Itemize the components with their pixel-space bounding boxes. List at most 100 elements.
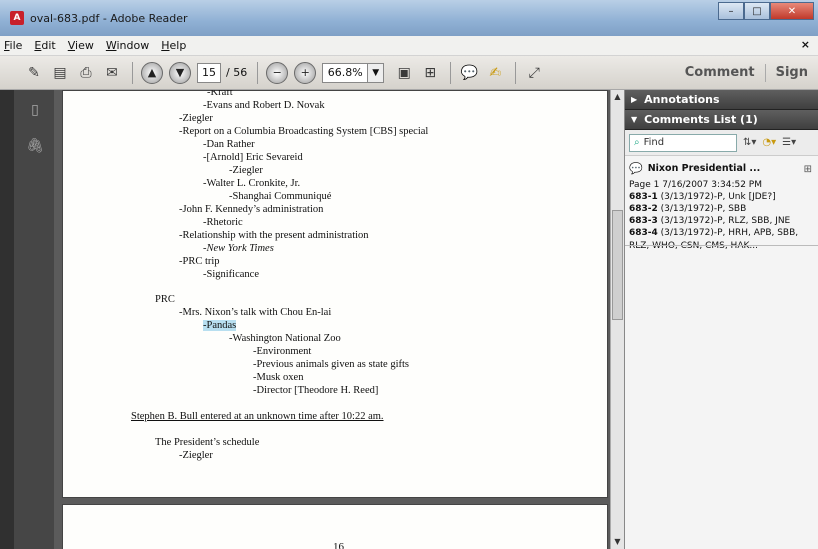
doc-line: -Dan Rather: [203, 139, 255, 150]
doc-line: PRC: [155, 294, 175, 305]
comment-entry: 683-1 (3/13/1972)-P, Unk [JDE?]: [629, 191, 776, 202]
search-icon: ⌕: [634, 137, 640, 148]
doc-line: -Ziegler: [229, 165, 263, 176]
pdf-page: -Kraft -Evans and Robert D. Novak -Ziegl…: [62, 90, 608, 498]
doc-line: -Mrs. Nixon’s talk with Chou En-lai: [179, 307, 332, 318]
doc-line: -New York Times: [203, 243, 274, 254]
title-bar: A oval-683.pdf - Adobe Reader – □ ✕: [0, 0, 818, 36]
print-icon[interactable]: ⎙: [76, 63, 96, 83]
page-number-input[interactable]: 15: [197, 62, 221, 83]
expand-comment-icon[interactable]: ⊞: [804, 163, 812, 177]
zoom-in-icon[interactable]: +: [294, 61, 317, 84]
doc-line: -Previous animals given as state gifts: [253, 359, 410, 370]
doc-line: -[Arnold] Eric Sevareid: [203, 152, 303, 163]
toolbar-divider: [515, 61, 517, 84]
scroll-thumb[interactable]: [612, 210, 623, 320]
panel-divider: [625, 245, 818, 246]
zoom-out-icon[interactable]: −: [266, 61, 289, 84]
menu-view[interactable]: View: [68, 39, 94, 52]
close-button[interactable]: ✕: [770, 2, 814, 20]
annotations-header[interactable]: ▶ Annotations: [625, 90, 818, 110]
zoom-dropdown-icon[interactable]: ▼: [368, 62, 385, 83]
doc-line: -John F. Kennedy’s administration: [179, 204, 324, 215]
comment-entry: 683-2 (3/13/1972)-P, SBB: [629, 204, 747, 215]
highlighted-text[interactable]: -Pandas: [203, 320, 237, 331]
menu-edit[interactable]: Edit: [34, 39, 55, 52]
doc-line: -Ziegler: [179, 450, 213, 461]
close-document-button[interactable]: ×: [801, 38, 810, 51]
email-icon[interactable]: ✉: [102, 63, 122, 83]
comment-tab[interactable]: Comment: [675, 65, 765, 80]
create-pdf-icon[interactable]: ✎: [24, 63, 44, 83]
doc-line: -PRC trip: [179, 256, 220, 267]
doc-line: -Kraft: [207, 90, 233, 98]
find-placeholder: Find: [643, 137, 665, 148]
menu-window[interactable]: Window: [106, 39, 149, 52]
menu-help[interactable]: Help: [161, 39, 186, 52]
highlight-icon[interactable]: ✍: [485, 63, 505, 83]
page-number-label: 16: [333, 541, 344, 549]
page-total: / 56: [226, 66, 248, 79]
comments-list-label: Comments List (1): [644, 113, 758, 126]
comment-author-row: 💬 Nixon Presidential ... ⊞: [629, 162, 814, 177]
collapse-arrow-icon: ▼: [631, 115, 638, 124]
window-title: oval-683.pdf - Adobe Reader: [30, 11, 188, 25]
next-page-icon[interactable]: ▼: [169, 61, 191, 84]
toolbar-divider: [257, 61, 259, 84]
comment-entry: 683-4 (3/13/1972)-P, HRH, APB, SBB, RLZ,…: [629, 228, 799, 250]
doc-line: -Significance: [203, 269, 259, 280]
doc-line: -Director [Theodore H. Reed]: [253, 385, 379, 396]
menu-bar: File Edit View Window Help ×: [0, 36, 818, 56]
comments-list-header[interactable]: ▼ Comments List (1): [625, 110, 818, 130]
full-screen-icon[interactable]: ⤢: [524, 63, 544, 83]
maximize-button[interactable]: □: [744, 2, 770, 20]
doc-line: -Washington National Zoo: [229, 333, 341, 344]
options-icon[interactable]: ☰▾: [782, 137, 796, 148]
window-controls: – □ ✕: [718, 2, 814, 20]
sticky-note-icon[interactable]: 💬: [459, 63, 479, 83]
scroll-up-icon[interactable]: ▲: [611, 90, 624, 104]
doc-line: -Report on a Columbia Broadcasting Syste…: [179, 126, 429, 137]
sign-tab[interactable]: Sign: [766, 65, 818, 80]
doc-line: -Rhetoric: [203, 217, 243, 228]
pdf-page-next: 16: [62, 504, 608, 549]
filter-icon[interactable]: ◔▾: [762, 137, 776, 148]
doc-line: Stephen B. Bull entered at an unknown ti…: [131, 411, 384, 422]
expand-arrow-icon: ▶: [631, 95, 638, 104]
toolbar: ✎ ▤ ⎙ ✉ ▲ ▼ 15 / 56 − + 66.8% ▼ ▣ ⊞ 💬 ✍ …: [0, 56, 818, 90]
doc-line: -Musk oxen: [253, 372, 304, 383]
navigation-pane: ▯ 🖇: [0, 90, 54, 549]
vertical-scrollbar[interactable]: ▲ ▼: [610, 90, 624, 549]
fit-width-icon[interactable]: ⊞: [420, 63, 440, 83]
find-input[interactable]: ⌕ Find: [629, 133, 737, 152]
attachments-icon[interactable]: 🖇: [26, 136, 44, 156]
doc-line: -Relationship with the present administr…: [179, 230, 369, 241]
doc-line: -Ziegler: [179, 113, 213, 124]
fit-page-icon[interactable]: ▣: [394, 63, 414, 83]
comment-bubble-icon: 💬: [629, 162, 643, 175]
comment-author: Nixon Presidential ...: [647, 163, 761, 175]
doc-line: -Evans and Robert D. Novak: [203, 100, 325, 111]
comment-panel: ▶ Annotations ▼ Comments List (1) ⌕ Find…: [624, 90, 818, 549]
menu-file[interactable]: File: [4, 39, 22, 52]
previous-page-icon[interactable]: ▲: [141, 61, 163, 84]
comment-meta: Page 1 7/16/2007 3:34:52 PM: [629, 179, 762, 190]
document-view[interactable]: -Kraft -Evans and Robert D. Novak -Ziegl…: [54, 90, 610, 549]
adobe-reader-icon: A: [10, 11, 24, 25]
comment-entry: 683-3 (3/13/1972)-P, RLZ, SBB, JNE: [629, 216, 791, 227]
save-icon[interactable]: ▤: [50, 63, 70, 83]
navigation-strip: [0, 90, 14, 549]
toolbar-divider: [132, 61, 133, 84]
toolbar-divider: [450, 61, 452, 84]
task-tabs: Comment Sign: [675, 56, 818, 89]
sort-icon[interactable]: ⇅▾: [743, 137, 756, 148]
doc-line: The President’s schedule: [155, 437, 260, 448]
minimize-button[interactable]: –: [718, 2, 744, 20]
scroll-down-icon[interactable]: ▼: [611, 535, 624, 549]
comment-item[interactable]: 💬 Nixon Presidential ... ⊞ Page 1 7/16/2…: [625, 156, 818, 258]
annotations-label: Annotations: [644, 93, 720, 106]
doc-line: -Shanghai Communiqué: [229, 191, 332, 202]
page-thumbnails-icon[interactable]: ▯: [26, 100, 44, 120]
doc-line: -Environment: [253, 346, 312, 357]
zoom-level-input[interactable]: 66.8%: [322, 62, 369, 83]
